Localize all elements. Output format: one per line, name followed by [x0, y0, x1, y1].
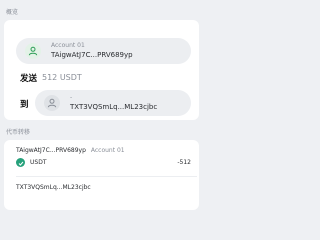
- divider: [16, 176, 197, 177]
- to-account-name: -: [70, 94, 73, 101]
- token-transfer-title: 代币转移: [6, 129, 31, 136]
- transfer-address: TXT3VQSmLq...ML23cjbc: [16, 184, 91, 191]
- transfer-account: Account 01: [90, 147, 125, 154]
- transfer-token: USDT: [30, 159, 47, 166]
- transfer-address: TAigwAtJ7C...PRV689yp: [16, 147, 86, 154]
- from-avatar: [25, 43, 41, 59]
- send-amount: 512 USDT: [42, 72, 82, 82]
- user-icon: [28, 46, 38, 56]
- send-label: 发送: [20, 74, 38, 84]
- from-account-name: Account 01: [51, 42, 85, 49]
- overview-title: 概览: [6, 9, 19, 16]
- from-account-pill[interactable]: Account 01 TAigwAtJ7C...PRV689yp: [16, 38, 191, 64]
- token-transfer-card: TAigwAtJ7C...PRV689yp Account 01 USDT -5…: [4, 140, 199, 210]
- from-account-address: TAigwAtJ7C...PRV689yp: [51, 51, 133, 59]
- to-label: 到: [20, 100, 29, 110]
- to-avatar: [44, 95, 60, 111]
- user-icon: [47, 98, 57, 108]
- overview-card: Account 01 TAigwAtJ7C...PRV689yp 发送 512 …: [4, 20, 199, 120]
- to-account-pill[interactable]: - TXT3VQSmLq...ML23cjbc: [35, 90, 191, 116]
- transfer-amount: -512: [177, 159, 191, 166]
- usdt-token-icon: [16, 158, 25, 167]
- to-account-address: TXT3VQSmLq...ML23cjbc: [70, 103, 158, 111]
